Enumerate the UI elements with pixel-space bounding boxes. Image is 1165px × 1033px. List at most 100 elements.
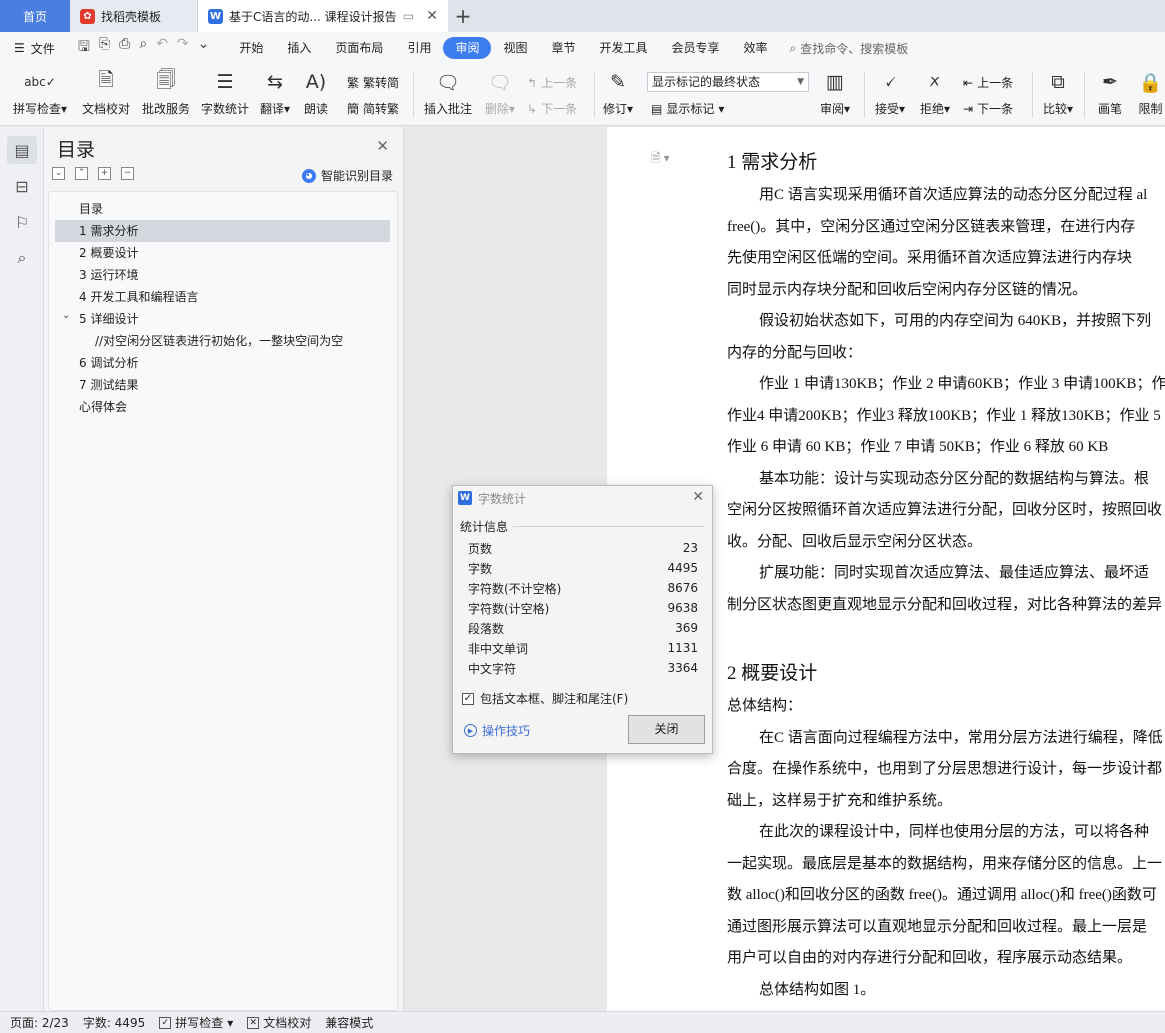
page-indicator[interactable]: 页面: 2/23 — [10, 1014, 69, 1031]
menu-tabs: 开始 插入 页面布局 引用 审阅 视图 章节 开发工具 会员专享 效率 — [227, 37, 779, 59]
next-comment-label: 下一条 — [541, 102, 578, 116]
toc-item[interactable]: 3 运行环境 — [75, 264, 375, 286]
pen-button[interactable]: ✒ 画笔 — [1092, 64, 1128, 126]
spell-check-icon: abc✓ — [24, 75, 56, 89]
track-changes-icon: ✎ — [610, 71, 626, 93]
toc-icon[interactable]: ▤ — [7, 136, 37, 164]
paragraph-line: 作业 6 申请 60 KB；作业 7 申请 50KB；作业 6 释放 60 KB — [727, 439, 1109, 455]
menu-tab[interactable]: 效率 — [732, 37, 780, 59]
smart-toc-button[interactable]: ◕ 智能识别目录 — [301, 167, 393, 184]
stat-row: 中文字符 3364 — [468, 658, 698, 678]
translate-button[interactable]: ⇆ 翻译▾ — [256, 64, 294, 126]
redo-icon[interactable]: ↷ — [177, 36, 189, 60]
to-traditional-button[interactable]: 簡简转繁 — [347, 100, 399, 117]
expand-icon[interactable]: + — [98, 167, 111, 180]
command-search[interactable]: ⌕ 查找命令、搜索模板 — [790, 40, 909, 57]
review-pane-button[interactable]: ▥ 审阅▾ — [815, 64, 855, 126]
menu-tab[interactable]: 章节 — [539, 37, 587, 59]
menu-tab[interactable]: 插入 — [275, 37, 323, 59]
track-changes-button[interactable]: ✎ 修订▾ — [600, 64, 636, 126]
toc-panel: 目录 ✕ ⌄ ⌃ + − ◕ 智能识别目录 目录 1 需求分析 2 概要设计 3… — [44, 127, 404, 1011]
proofread-button[interactable]: 🗎 文档校对 — [78, 64, 134, 126]
toc-item[interactable]: 心得体会 — [75, 396, 375, 418]
paragraph-menu-icon[interactable]: 🗎 ▾ — [651, 149, 670, 170]
accept-label: 接受 — [874, 102, 899, 116]
menu-tab[interactable]: 视图 — [491, 37, 539, 59]
correction-label: 批改服务 — [141, 102, 190, 116]
print-icon[interactable]: ⎙ — [119, 36, 130, 60]
to-simplified-button[interactable]: 繁繁转简 — [347, 74, 399, 91]
undo-icon[interactable]: ↶ — [156, 36, 168, 60]
close-icon[interactable]: ✕ — [376, 137, 389, 155]
bookmark-icon[interactable]: ⚐ — [7, 208, 37, 236]
close-tab-icon[interactable]: ✕ — [426, 8, 438, 24]
toc-title: 目录 — [57, 139, 96, 161]
paragraph-line: 总体结构如图 1。 — [759, 982, 876, 998]
toc-item[interactable]: 5 详细设计 — [75, 308, 375, 330]
delete-comment-button[interactable]: 🗨 删除▾ — [480, 64, 520, 126]
paragraph-line: 假设初始状态如下，可用的内存空间为 640KB，并按照下列 — [759, 313, 1152, 329]
collapse-down-icon[interactable]: ⌄ — [52, 167, 65, 180]
toc-item[interactable]: 2 概要设计 — [75, 242, 375, 264]
dialog-titlebar[interactable]: W 字数统计 — [453, 486, 712, 510]
menu-tab[interactable]: 会员专享 — [660, 37, 732, 59]
accept-button[interactable]: 🗸 接受▾ — [870, 64, 910, 126]
toc-item-selected[interactable]: 1 需求分析 — [55, 220, 390, 242]
chevron-down-icon[interactable]: ⌄ — [62, 310, 70, 321]
tips-link[interactable]: ▶ 操作技巧 — [464, 722, 530, 739]
close-button[interactable]: 关闭 — [628, 715, 705, 744]
next-icon: ↳ — [527, 101, 538, 116]
collapse-icon[interactable]: − — [121, 167, 134, 180]
toc-item[interactable]: 4 开发工具和编程语言 — [75, 286, 375, 308]
save-icon[interactable]: 🖫 — [78, 36, 90, 60]
preview-icon[interactable]: ⌕ — [139, 36, 147, 60]
section-icon[interactable]: ⊟ — [7, 172, 37, 200]
toc-item[interactable]: 目录 — [75, 198, 375, 220]
markup-mode-select[interactable]: 显示标记的最终状态 ▼ — [647, 72, 809, 92]
paragraph-line: 空闲分区按照循环首次适应算法进行分配，回收分区时，按照回收 — [727, 502, 1163, 518]
next-comment-button[interactable]: ↳ 下一条 — [527, 100, 577, 117]
delete-comment-label: 删除 — [484, 102, 509, 116]
stat-value: 8676 — [667, 581, 698, 595]
tab-home[interactable]: 首页 — [0, 0, 70, 32]
toc-item[interactable]: 6 调试分析 — [75, 352, 375, 374]
new-tab-button[interactable]: + — [448, 0, 478, 32]
menu-tab[interactable]: 引用 — [395, 37, 443, 59]
prev-change-label: 上一条 — [977, 76, 1014, 90]
stat-label: 字符数(不计空格) — [468, 581, 562, 596]
menu-tab[interactable]: 开发工具 — [588, 37, 660, 59]
tab-document[interactable]: W 基于C语言的动... 课程设计报告 ▭ ✕ — [198, 0, 448, 32]
include-textbox-checkbox[interactable]: ✓ 包括文本框、脚注和尾注(F) — [462, 690, 628, 707]
word-count-indicator[interactable]: 字数: 4495 — [83, 1014, 145, 1031]
correction-service-button[interactable]: 🗐 批改服务 — [138, 64, 194, 126]
restrict-button[interactable]: 🔒 限制 — [1136, 64, 1165, 126]
toc-item[interactable]: 7 测试结果 — [75, 374, 375, 396]
status-spell-check[interactable]: ✓ 拼写检查 ▾ — [159, 1014, 233, 1031]
prev-change-button[interactable]: ⇤ 上一条 — [963, 74, 1013, 91]
status-proofread-label: 文档校对 — [263, 1016, 312, 1030]
menu-tab[interactable]: 开始 — [227, 37, 275, 59]
monitor-icon[interactable]: ▭ — [403, 9, 414, 23]
collapse-up-icon[interactable]: ⌃ — [75, 167, 88, 180]
menu-tab[interactable]: 审阅 — [443, 37, 492, 59]
file-menu[interactable]: ☰ 文件 — [0, 40, 70, 57]
insert-comment-button[interactable]: 🗨 插入批注 — [420, 64, 476, 126]
export-icon[interactable]: ⎘ — [99, 36, 110, 60]
spell-check-button[interactable]: abc✓ 拼写检查▾ — [10, 64, 70, 126]
word-count-button[interactable]: ☰ 字数统计 — [197, 64, 253, 126]
status-proofread[interactable]: ✕ 文档校对 — [247, 1014, 311, 1031]
prev-comment-button[interactable]: ↰ 上一条 — [527, 74, 577, 91]
search-icon[interactable]: ⌕ — [7, 244, 37, 272]
read-aloud-button[interactable]: A) 朗读 — [298, 64, 334, 126]
compare-button[interactable]: ⧉ 比较▾ — [1038, 64, 1078, 126]
reject-button[interactable]: 🗴 拒绝▾ — [915, 64, 955, 126]
paragraph-line: 扩展功能：同时实现首次适应算法、最佳适应算法、最坏适 — [759, 565, 1150, 581]
customize-icon[interactable]: ⌄ — [198, 36, 210, 60]
tab-template[interactable]: ✿ 找稻壳模板 — [70, 0, 198, 32]
menu-tab[interactable]: 页面布局 — [323, 37, 395, 59]
compare-label: 比较 — [1042, 102, 1067, 116]
toc-item[interactable]: //对空闲分区链表进行初始化，一整块空间为空 — [91, 330, 391, 352]
next-change-button[interactable]: ⇥ 下一条 — [963, 100, 1013, 117]
close-icon[interactable]: ✕ — [692, 489, 704, 505]
show-markup-button[interactable]: ▤ 显示标记 ▾ — [651, 100, 724, 117]
